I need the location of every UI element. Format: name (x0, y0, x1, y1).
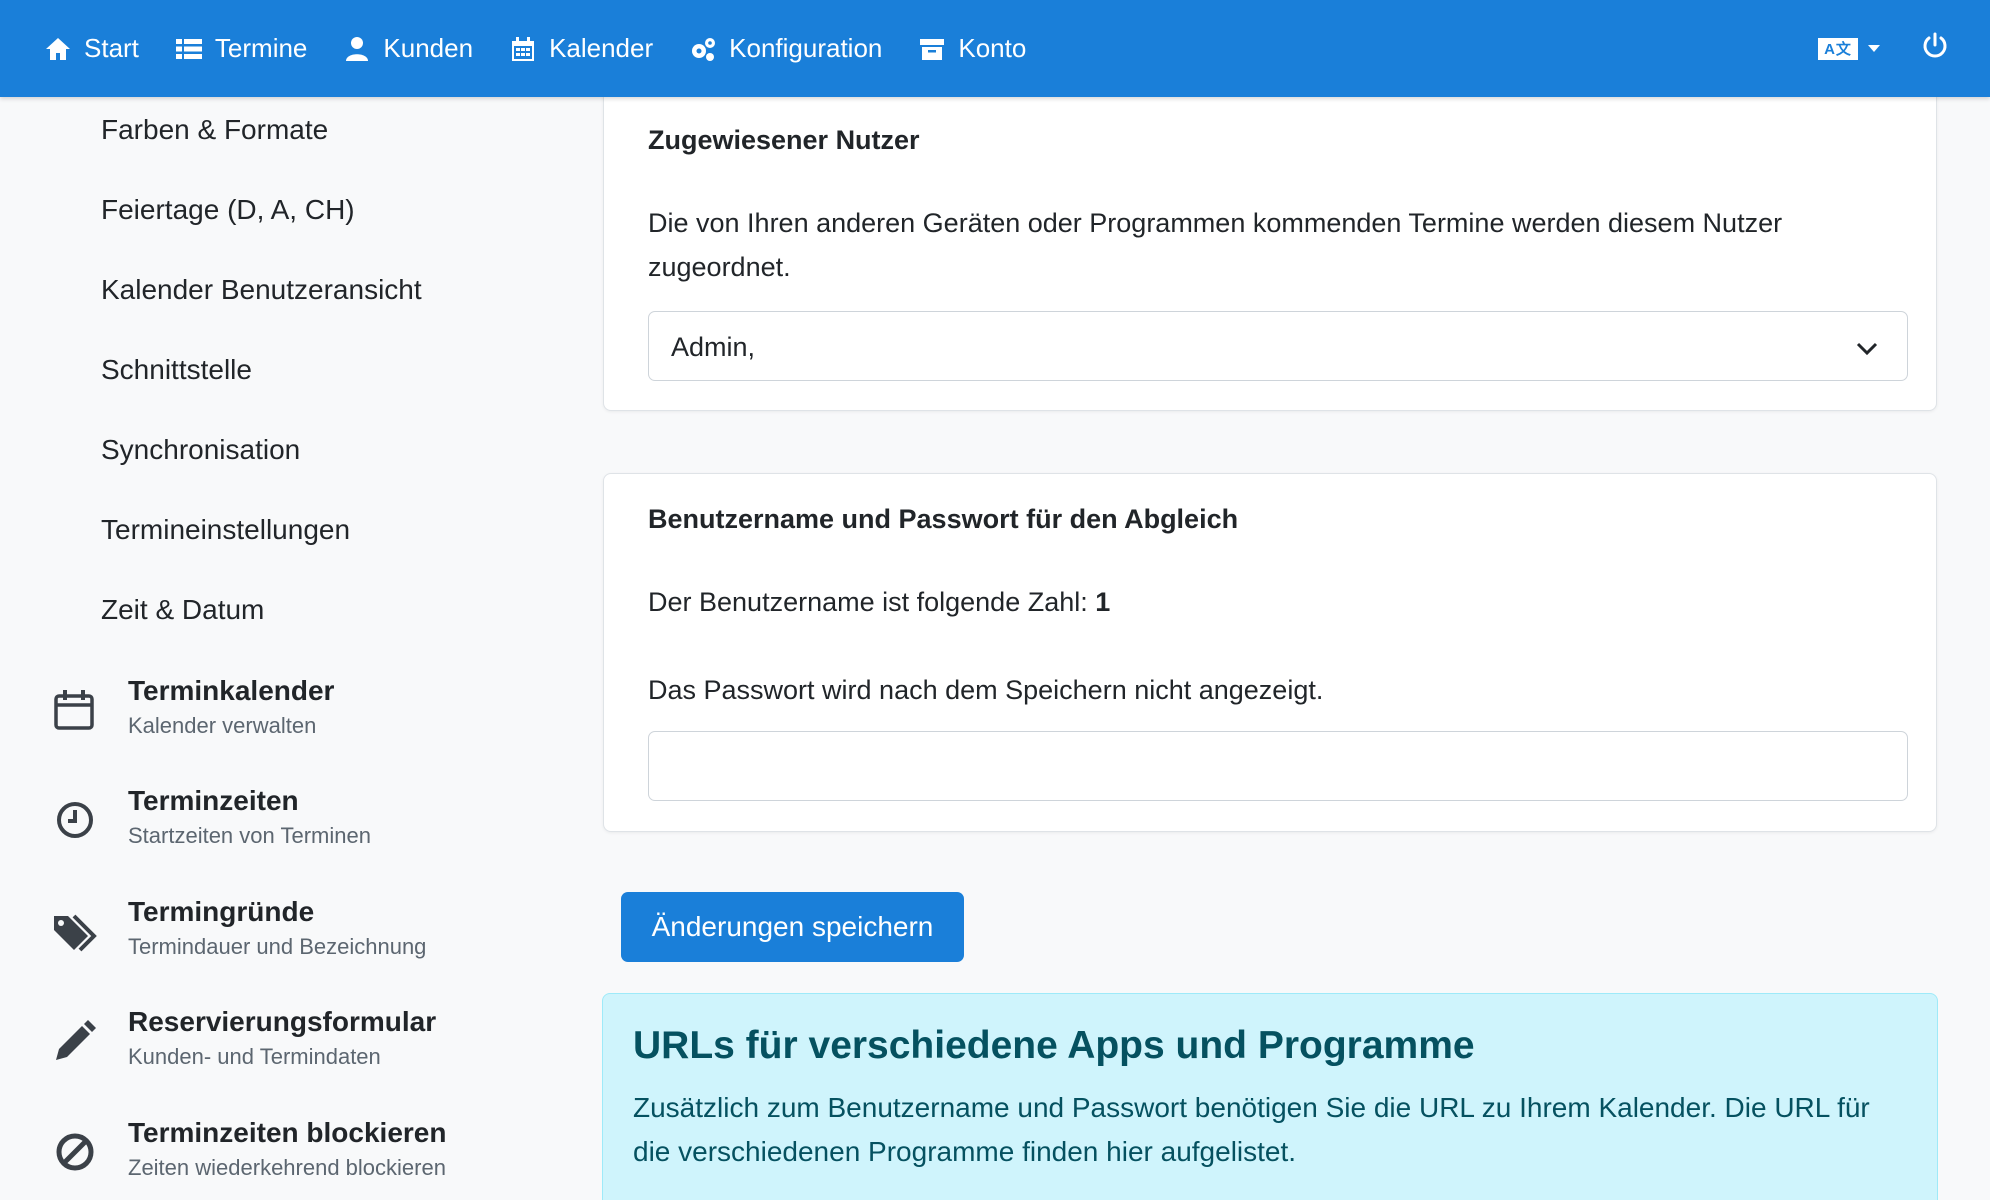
nav-kalender[interactable]: Kalender (509, 0, 653, 97)
sidebar-item-schnittstelle[interactable]: Schnittstelle (101, 354, 252, 386)
nav-konto[interactable]: Konto (918, 0, 1026, 97)
sidebar-item-subtitle: Termindauer und Bezeichnung (128, 934, 427, 959)
power-icon (1923, 32, 1947, 58)
select-value: Admin, (671, 332, 756, 362)
sidebar-item-subtitle: Startzeiten von Terminen (128, 823, 371, 848)
username-info: Der Benutzername ist folgende Zahl: 1 (648, 580, 1898, 624)
sidebar-item-terminkalender[interactable]: Terminkalender Kalender verwalten (52, 675, 572, 765)
card-title: Zugewiesener Nutzer (648, 125, 920, 155)
sidebar-icon-wrap (52, 1129, 98, 1175)
user-icon (346, 36, 369, 61)
urls-info-alert: URLs für verschiedene Apps und Programme… (602, 993, 1938, 1200)
sidebar-item-termineinstellungen[interactable]: Termineinstellungen (101, 514, 350, 546)
sidebar-icon-wrap (52, 908, 98, 954)
top-navbar: Start Termine Kunden Kalender Konfigurat… (0, 0, 1990, 97)
sidebar-item-feiertage[interactable]: Feiertage (D, A, CH) (101, 194, 355, 226)
credentials-card: Benutzername und Passwort für den Abglei… (603, 473, 1937, 832)
sidebar-item-farben-formate[interactable]: Farben & Formate (101, 114, 328, 146)
home-icon (46, 37, 70, 60)
cogs-icon (692, 37, 716, 61)
sidebar-item-subtitle: Zeiten wiederkehrend blockieren (128, 1155, 446, 1180)
sidebar-item-zeit-datum[interactable]: Zeit & Datum (101, 594, 264, 626)
chevron-down-icon (1856, 342, 1878, 356)
sidebar-item-kalender-benutzeransicht[interactable]: Kalender Benutzeransicht (101, 274, 422, 306)
sidebar-icon-wrap (52, 797, 98, 843)
sidebar-item-subtitle: Kalender verwalten (128, 713, 317, 738)
sidebar-item-terminzeiten-blockieren[interactable]: Terminzeiten blockieren Zeiten wiederkeh… (52, 1117, 572, 1200)
nav-kunden[interactable]: Kunden (343, 0, 473, 97)
assigned-user-card: Zugewiesener Nutzer Die von Ihren andere… (603, 80, 1937, 411)
logout-button[interactable] (1920, 31, 1950, 66)
nav-termine-label: Termine (214, 33, 308, 63)
calendar-icon (54, 690, 94, 730)
clock-icon (57, 802, 93, 838)
sidebar-item-reservierungsformular[interactable]: Reservierungsformular Kunden- und Termin… (52, 1006, 572, 1096)
archive-icon (920, 38, 945, 60)
list-icon (175, 38, 202, 59)
username-label: Der Benutzername ist folgende Zahl: (648, 587, 1096, 617)
nav-start-label: Start (84, 33, 139, 63)
sidebar-item-terminzeiten[interactable]: Terminzeiten Startzeiten von Terminen (52, 785, 572, 875)
nav-konfiguration[interactable]: Konfiguration (689, 0, 882, 97)
ban-icon (56, 1133, 94, 1171)
username-value: 1 (1095, 587, 1111, 617)
language-dropdown[interactable]: A文 (1818, 37, 1880, 60)
sidebar-item-title: Terminzeiten blockieren (128, 1117, 447, 1148)
password-input[interactable] (648, 731, 1908, 801)
nav-kunden-label: Kunden (383, 33, 474, 63)
nav-konto-label: Konto (958, 33, 1027, 63)
assigned-user-select[interactable]: Admin, (648, 311, 1908, 381)
info-title: URLs für verschiedene Apps und Programme (633, 1024, 1475, 1067)
nav-kalender-label: Kalender (549, 33, 654, 63)
nav-start[interactable]: Start (44, 0, 139, 97)
save-changes-button[interactable]: Änderungen speichern (621, 892, 964, 962)
sidebar-item-termingruende[interactable]: Termingründe Termindauer und Bezeichnung (52, 896, 572, 986)
sidebar-item-title: Terminzeiten (128, 785, 299, 816)
nav-konfiguration-label: Konfiguration (729, 33, 883, 63)
tags-icon (54, 914, 97, 952)
password-info: Das Passwort wird nach dem Speichern nic… (648, 675, 1324, 705)
sidebar-item-title: Terminkalender (128, 675, 335, 706)
sidebar: Farben & Formate Feiertage (D, A, CH) Ka… (0, 97, 600, 1200)
card-title: Benutzername und Passwort für den Abglei… (648, 504, 1239, 534)
sidebar-icon-wrap (52, 687, 98, 733)
sidebar-item-subtitle: Kunden- und Termindaten (128, 1044, 381, 1069)
sidebar-icon-wrap (52, 1018, 98, 1064)
sidebar-item-synchronisation[interactable]: Synchronisation (101, 434, 300, 466)
calendar-icon (512, 36, 535, 61)
info-text: Zusätzlich zum Benutzername und Passwort… (633, 1092, 1870, 1167)
sidebar-item-title: Reservierungsformular (128, 1006, 437, 1037)
caret-down-icon (1868, 45, 1880, 52)
pencil-icon (56, 1020, 96, 1060)
translate-icon: A文 (1818, 37, 1858, 60)
sidebar-item-title: Termingründe (128, 896, 315, 927)
card-description: Die von Ihren anderen Geräten oder Progr… (648, 208, 1783, 282)
nav-right-group: A文 (1818, 0, 1950, 97)
nav-termine[interactable]: Termine (175, 0, 307, 97)
